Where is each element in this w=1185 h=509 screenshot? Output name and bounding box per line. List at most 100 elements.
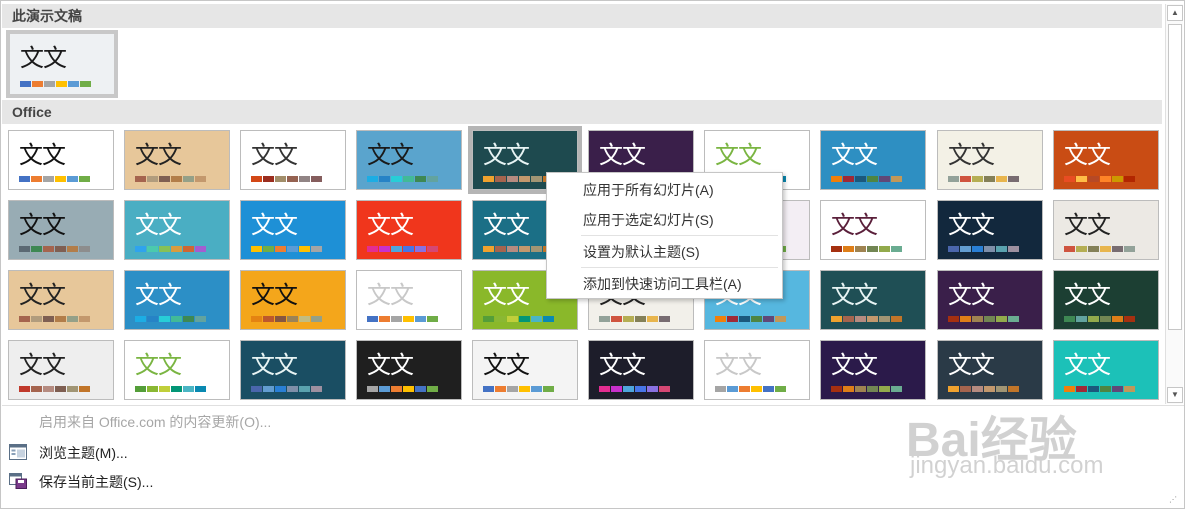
color-swatch <box>831 176 842 182</box>
theme-thumbnail[interactable]: 文文 <box>8 270 114 330</box>
theme-thumbnail[interactable]: 文文 <box>937 270 1043 330</box>
save-theme-icon <box>9 473 27 489</box>
color-swatch <box>32 81 43 87</box>
color-swatches <box>831 176 902 182</box>
color-swatch <box>311 176 322 182</box>
color-swatch <box>379 386 390 392</box>
theme-thumbnail[interactable]: 文文 <box>820 200 926 260</box>
color-swatches <box>948 246 1019 252</box>
color-swatch <box>984 386 995 392</box>
color-swatch <box>1124 176 1135 182</box>
theme-thumbnail[interactable]: 文文 <box>240 200 346 260</box>
color-swatch <box>519 386 530 392</box>
footer-divider <box>2 405 1184 406</box>
color-swatch <box>948 316 959 322</box>
scroll-up-icon[interactable]: ▲ <box>1167 5 1183 21</box>
theme-thumbnail[interactable]: 文文 <box>356 200 462 260</box>
theme-thumbnail[interactable]: 文文 <box>588 340 694 400</box>
color-swatch <box>1088 316 1099 322</box>
theme-thumbnail[interactable]: 文文 <box>820 130 926 190</box>
color-swatch <box>427 316 438 322</box>
color-swatches <box>831 316 902 322</box>
color-swatch <box>483 316 494 322</box>
menu-add-quick-access[interactable]: 添加到快速访问工具栏(A) <box>583 272 742 296</box>
theme-thumbnail[interactable]: 文文 <box>240 270 346 330</box>
thumbnail-title: 文文 <box>20 44 67 72</box>
color-swatch <box>623 386 634 392</box>
color-swatch <box>1008 386 1019 392</box>
thumbnail-title: 文文 <box>367 351 414 379</box>
theme-thumbnail[interactable]: 文文 <box>240 130 346 190</box>
theme-thumbnail[interactable]: 文文 <box>1053 270 1159 330</box>
color-swatches <box>948 316 1019 322</box>
color-swatch <box>996 316 1007 322</box>
theme-thumbnail[interactable]: 文文 <box>820 340 926 400</box>
color-swatch <box>171 386 182 392</box>
color-swatch <box>80 81 91 87</box>
color-swatch <box>19 246 30 252</box>
color-swatch <box>367 246 378 252</box>
color-swatch <box>495 246 506 252</box>
theme-thumbnail[interactable]: 文文 <box>1053 130 1159 190</box>
menu-set-default[interactable]: 设置为默认主题(S) <box>583 240 700 264</box>
theme-thumbnail[interactable]: 文文 <box>820 270 926 330</box>
theme-thumbnail[interactable]: 文文 <box>937 130 1043 190</box>
current-theme-thumbnail[interactable]: 文文 <box>6 30 118 98</box>
theme-thumbnail[interactable]: 文文 <box>356 340 462 400</box>
color-swatch <box>483 176 494 182</box>
color-swatch <box>56 81 67 87</box>
theme-thumbnail[interactable]: 文文 <box>124 340 230 400</box>
theme-thumbnail[interactable]: 文文 <box>240 340 346 400</box>
color-swatch <box>1008 316 1019 322</box>
color-swatch <box>1088 176 1099 182</box>
thumbnail-title: 文文 <box>831 141 878 169</box>
theme-thumbnail[interactable]: 文文 <box>124 200 230 260</box>
color-swatch <box>739 316 750 322</box>
color-swatch <box>891 176 902 182</box>
color-swatch <box>19 316 30 322</box>
color-swatch <box>960 176 971 182</box>
scroll-thumb[interactable] <box>1168 24 1182 330</box>
color-swatch <box>867 246 878 252</box>
theme-thumbnail[interactable]: 文文 <box>1053 200 1159 260</box>
theme-thumbnail[interactable]: 文文 <box>937 340 1043 400</box>
scroll-down-icon[interactable]: ▼ <box>1167 387 1183 403</box>
theme-thumbnail[interactable]: 文文 <box>472 340 578 400</box>
theme-thumbnail[interactable]: 文文 <box>1053 340 1159 400</box>
vertical-scrollbar[interactable]: ▲ ▼ <box>1165 4 1183 404</box>
theme-thumbnail[interactable]: 文文 <box>8 340 114 400</box>
color-swatch <box>415 316 426 322</box>
color-swatch <box>391 386 402 392</box>
theme-thumbnail[interactable]: 文文 <box>356 270 462 330</box>
menu-apply-all[interactable]: 应用于所有幻灯片(A) <box>583 178 714 202</box>
theme-thumbnail[interactable]: 文文 <box>937 200 1043 260</box>
theme-thumbnail[interactable]: 文文 <box>124 270 230 330</box>
color-swatch <box>635 386 646 392</box>
resize-grip-icon[interactable]: ⋰ <box>1169 495 1178 504</box>
color-swatch <box>275 316 286 322</box>
color-swatch <box>1100 316 1111 322</box>
color-swatch <box>19 176 30 182</box>
thumbnail-title: 文文 <box>948 351 995 379</box>
color-swatch <box>960 316 971 322</box>
color-swatch <box>531 246 542 252</box>
color-swatch <box>775 316 786 322</box>
theme-thumbnail[interactable]: 文文 <box>704 340 810 400</box>
color-swatch <box>183 386 194 392</box>
thumbnail-title: 文文 <box>831 351 878 379</box>
menu-apply-selected[interactable]: 应用于选定幻灯片(S) <box>583 208 714 232</box>
theme-thumbnail[interactable]: 文文 <box>8 130 114 190</box>
color-swatch <box>427 176 438 182</box>
color-swatch <box>623 316 634 322</box>
menu-separator <box>581 235 778 236</box>
color-swatch <box>531 316 542 322</box>
color-swatch <box>1076 386 1087 392</box>
browse-themes-button[interactable]: 浏览主题(M)... <box>39 441 128 465</box>
color-swatch <box>135 386 146 392</box>
save-current-theme-button[interactable]: 保存当前主题(S)... <box>39 470 153 494</box>
theme-thumbnail[interactable]: 文文 <box>124 130 230 190</box>
theme-thumbnail[interactable]: 文文 <box>8 200 114 260</box>
color-swatch <box>984 246 995 252</box>
section-header-office: Office <box>2 100 1162 124</box>
theme-thumbnail[interactable]: 文文 <box>356 130 462 190</box>
